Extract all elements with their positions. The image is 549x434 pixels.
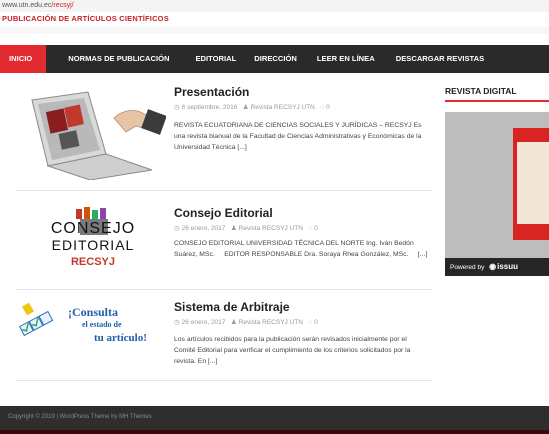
post-date: 6 septiembre, 2016 [181, 104, 238, 111]
user-icon: ♟ [230, 319, 237, 326]
post-author[interactable]: Revista RECSYJ UTN [239, 319, 303, 326]
issuu-logo-icon: ◉ [489, 262, 497, 271]
clock-icon: ◷ [174, 225, 180, 232]
comment-icon: ◌ [320, 104, 325, 111]
consulta-articulo-thumbnail[interactable]: ¡Consulta el estado de tu artículo! [16, 300, 166, 350]
post-excerpt: REVISTA ECUATORIANA DE CIENCIAS SOCIALES… [174, 122, 422, 151]
magazine-cover[interactable] [513, 128, 549, 240]
post-meta: ◷ 6 septiembre, 2016 ♟ Revista RECSYJ UTN … [174, 103, 330, 111]
post-meta: ◷ 26 enero, 2017 ♟ Revista RECSYJ UTN ◌ 0 [174, 318, 318, 326]
main-nav: INICIO NORMAS DE PUBLICACIÓN EDITORIAL D… [0, 45, 549, 73]
thumb-line-consejo: CONSEJO [51, 220, 135, 237]
comment-icon: ◌ [308, 225, 313, 232]
thumb-line-recsyj: RECSYJ [71, 256, 115, 268]
post-comments[interactable]: 0 [326, 104, 330, 111]
site-subtitle: PUBLICACIÓN DE ARTÍCULOS CIENTÍFICOS [2, 14, 169, 23]
thumb-line-articulo: tu artículo! [94, 332, 147, 344]
powered-by-label: Powered by [450, 264, 485, 271]
user-icon: ♟ [230, 225, 237, 232]
thumb-line-editorial: EDITORIAL [52, 237, 135, 253]
post-title[interactable]: Consejo Editorial [174, 206, 273, 220]
issuu-powered-bar[interactable]: Powered by ◉issuu [445, 258, 549, 276]
sidebar-title-underline [445, 100, 549, 102]
post-divider [16, 289, 432, 290]
clock-icon: ◷ [174, 104, 180, 111]
nav-item-direccion[interactable]: DIRECCIÓN [245, 45, 306, 73]
user-icon: ♟ [242, 104, 249, 111]
consejo-editorial-thumbnail[interactable]: CONSEJO EDITORIAL RECSYJ [18, 205, 168, 271]
post-meta: ◷ 26 enero, 2017 ♟ Revista RECSYJ UTN ◌ 0 [174, 224, 318, 232]
issuu-brand: issuu [497, 262, 519, 271]
issuu-embed[interactable] [445, 112, 549, 258]
nav-item-descargar-revistas[interactable]: DESCARGAR REVISTAS [384, 45, 493, 73]
thumb-line-consulta: ¡Consulta [68, 305, 118, 319]
post-date: 26 enero, 2017 [181, 319, 226, 326]
post-excerpt: Los artículos recibidos para la publicac… [174, 336, 411, 365]
post-title[interactable]: Sistema de Arbitraje [174, 300, 290, 314]
post-title[interactable]: Presentación [174, 85, 249, 99]
sidebar-title: REVISTA DIGITAL [445, 86, 517, 96]
post-divider [16, 190, 432, 191]
magazine-page [517, 142, 549, 224]
nav-item-editorial[interactable]: EDITORIAL [178, 45, 245, 73]
thumb-line-estado: el estado de [82, 320, 122, 329]
comment-icon: ◌ [308, 319, 313, 326]
post-author[interactable]: Revista RECSYJ UTN [239, 225, 303, 232]
nav-item-inicio[interactable]: INICIO [0, 45, 47, 73]
post-excerpt: CONSEJO EDITORIAL UNIVERSIDAD TÉCNICA DE… [174, 240, 428, 258]
address-bar[interactable]: www.utn.edu.ec/recsyj/ [0, 0, 549, 12]
post-author[interactable]: Revista RECSYJ UTN [251, 104, 315, 111]
footer-copyright: Copyright © 2019 | WordPress Theme by MH… [8, 414, 152, 420]
post-date: 26 enero, 2017 [181, 225, 226, 232]
header-strip [0, 27, 549, 34]
nav-item-normas-de-publicacion[interactable]: NORMAS DE PUBLICACIÓN [46, 45, 178, 73]
laptop-magazine-thumbnail[interactable] [18, 88, 166, 180]
post-comments[interactable]: 0 [314, 225, 318, 232]
post-comments[interactable]: 0 [314, 319, 318, 326]
nav-item-leer-en-linea[interactable]: LEER EN LÍNEA [306, 45, 384, 73]
url-path: /recsyj/ [51, 2, 74, 9]
site-footer: Copyright © 2019 | WordPress Theme by MH… [0, 406, 549, 434]
url-host: www.utn.edu.ec [2, 2, 52, 9]
clock-icon: ◷ [174, 319, 180, 326]
post-divider [16, 380, 432, 381]
